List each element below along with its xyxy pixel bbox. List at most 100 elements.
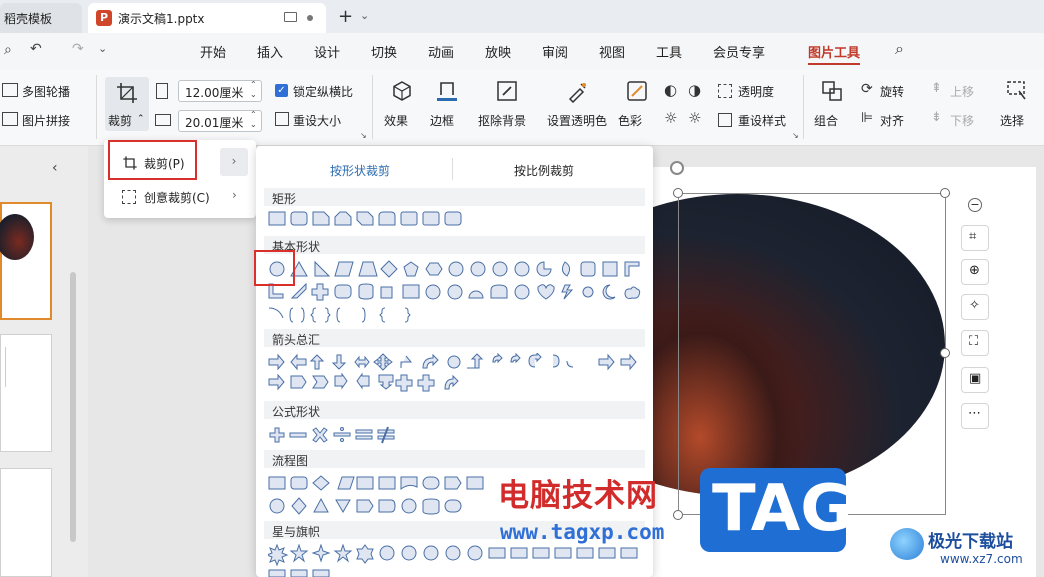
float-frame-icon[interactable]: ⛶ — [961, 330, 989, 356]
menu-member[interactable]: 会员专享 — [713, 42, 765, 61]
menu-design[interactable]: 设计 — [314, 42, 340, 61]
undo-icon[interactable]: ↶ — [30, 41, 42, 57]
panel-scrollbar[interactable] — [70, 272, 76, 542]
float-crop-icon[interactable]: ⌗ — [961, 225, 989, 251]
chevron-down-icon[interactable]: ⌄ — [360, 9, 369, 22]
crop-caret-icon: ⌃ — [137, 114, 145, 124]
resize-handle[interactable] — [673, 510, 683, 520]
new-tab-icon[interactable]: + — [338, 6, 353, 27]
menu-review[interactable]: 审阅 — [542, 42, 568, 61]
thumbnail-text-lines — [5, 347, 14, 387]
resize-handle[interactable] — [940, 188, 950, 198]
set-transparent-icon — [568, 83, 586, 103]
combine-button[interactable]: 组合 — [814, 112, 838, 129]
arrow-shapes-grid[interactable] — [268, 353, 648, 393]
dialog-launcher-icon[interactable]: ↘ — [360, 131, 367, 140]
highlight-crop-item — [108, 140, 197, 180]
watermark-corner-logo-icon — [890, 528, 924, 560]
redo-icon[interactable]: ↷ — [72, 41, 84, 57]
watermark-corner-url: www.xz7.com — [940, 552, 1023, 566]
menu-tools[interactable]: 工具 — [656, 42, 682, 61]
tab-crop-by-shape[interactable]: 按形状裁剪 — [330, 162, 390, 179]
set-transparent-button[interactable]: 设置透明色 — [547, 112, 607, 129]
crop-submenu-arrow-icon[interactable]: › — [220, 148, 248, 176]
menu-bar: ⌕ ↶ ↷ ⌄ 开始 插入 设计 切换 动画 放映 审阅 视图 工具 会员专享 … — [0, 33, 1044, 69]
dialog-launcher-icon[interactable]: ↘ — [792, 131, 799, 140]
brightness-down-icon[interactable]: ☼ — [688, 109, 701, 127]
menu-transition[interactable]: 切换 — [371, 42, 397, 61]
move-down-button[interactable]: 下移 — [950, 112, 974, 129]
float-edit-image-icon[interactable]: ▣ — [961, 367, 989, 393]
height-stepper[interactable]: ⌃ ⌄ — [250, 80, 257, 100]
color-button[interactable]: 色彩 — [618, 112, 642, 129]
width-icon — [155, 114, 171, 126]
category-basic-shapes: 基本形状 — [264, 236, 645, 254]
collapse-panel-icon[interactable]: ‹ — [52, 160, 58, 176]
contrast-up-icon[interactable]: ◐ — [664, 81, 677, 99]
watermark-tag-badge: TAG — [700, 468, 853, 552]
contrast-down-icon[interactable]: ◑ — [688, 81, 701, 99]
tab-template-store[interactable]: 稻壳模板 — [0, 3, 82, 33]
star-shapes-grid[interactable] — [268, 544, 648, 577]
select-icon — [1007, 81, 1026, 100]
menu-slideshow[interactable]: 放映 — [485, 42, 511, 61]
crop-button[interactable]: 裁剪 ⌃ — [105, 77, 149, 131]
height-icon — [156, 83, 168, 99]
rotate-button[interactable]: 旋转 — [880, 83, 904, 100]
equation-shapes-row[interactable] — [268, 426, 408, 444]
resize-handle[interactable] — [940, 348, 950, 358]
remove-bg-icon — [497, 81, 517, 101]
move-down-icon: ⇟ — [931, 110, 942, 125]
slide-thumbnail-3[interactable] — [0, 468, 52, 577]
align-button[interactable]: 对齐 — [880, 112, 904, 129]
watermark-corner-text: 极光下载站 — [928, 532, 1013, 552]
lock-ratio-checkbox[interactable]: ✓ — [275, 84, 288, 97]
multi-outline-button[interactable]: 多图轮播 — [22, 83, 70, 100]
tab-document-label: 演示文稿1.pptx — [118, 12, 205, 26]
float-zoom-icon[interactable]: ⊕ — [961, 259, 989, 285]
rotate-handle-icon[interactable] — [670, 161, 684, 175]
tab-document[interactable]: P 演示文稿1.pptx — [88, 3, 326, 33]
watermark-site-name: 电脑技术网 — [498, 478, 658, 514]
height-value: 12.00厘米 — [185, 86, 244, 100]
border-button[interactable]: 边框 — [430, 112, 454, 129]
slide-thumbnail-2[interactable] — [0, 334, 52, 452]
menu-view[interactable]: 视图 — [599, 42, 625, 61]
menu-insert[interactable]: 插入 — [257, 42, 283, 61]
creative-crop-menu-item[interactable]: 创意裁剪(C) › — [108, 184, 250, 210]
tab-crop-by-ratio[interactable]: 按比例裁剪 — [514, 162, 574, 179]
picture-tools-underline — [808, 63, 860, 65]
rectangle-shapes-row[interactable] — [268, 210, 468, 228]
crop-icon — [117, 83, 137, 103]
monitor-icon[interactable] — [284, 12, 297, 22]
resize-handle[interactable] — [673, 188, 683, 198]
image-stitch-button[interactable]: 图片拼接 — [22, 112, 70, 129]
reset-size-button[interactable]: 重设大小 — [293, 112, 341, 129]
basic-shapes-grid[interactable] — [268, 260, 648, 326]
transparency-button[interactable]: 透明度 — [738, 83, 774, 100]
menu-animation[interactable]: 动画 — [428, 42, 454, 61]
move-up-icon: ⇞ — [931, 81, 942, 96]
menu-picture-tools[interactable]: 图片工具 — [808, 42, 860, 61]
remove-bg-button[interactable]: 抠除背景 — [478, 112, 526, 129]
zoom-out-icon[interactable]: − — [968, 198, 982, 212]
category-arrows: 箭头总汇 — [264, 329, 645, 347]
reset-style-button[interactable]: 重设样式 — [738, 112, 786, 129]
chevron-right-icon: › — [232, 188, 237, 202]
creative-crop-icon — [122, 190, 136, 204]
float-more-icon[interactable]: ⋯ — [961, 403, 989, 429]
brightness-up-icon[interactable]: ☼ — [664, 109, 677, 127]
select-button[interactable]: 选择 — [1000, 112, 1024, 129]
watermark-tag-text: TAG — [712, 472, 853, 546]
search-replace-icon[interactable]: ⌕ — [4, 42, 12, 58]
separator — [96, 75, 97, 139]
more-chevron-icon[interactable]: ⌄ — [98, 42, 107, 55]
width-stepper[interactable]: ⌃ ⌄ — [250, 110, 257, 130]
menu-home[interactable]: 开始 — [200, 42, 226, 61]
effects-button[interactable]: 效果 — [384, 112, 408, 129]
move-up-button[interactable]: 上移 — [950, 83, 974, 100]
ppt-icon: P — [96, 10, 112, 26]
float-magic-icon[interactable]: ✧ — [961, 294, 989, 320]
slide-thumbnail-1[interactable] — [0, 202, 52, 320]
search-icon[interactable]: ⌕ — [895, 39, 904, 59]
